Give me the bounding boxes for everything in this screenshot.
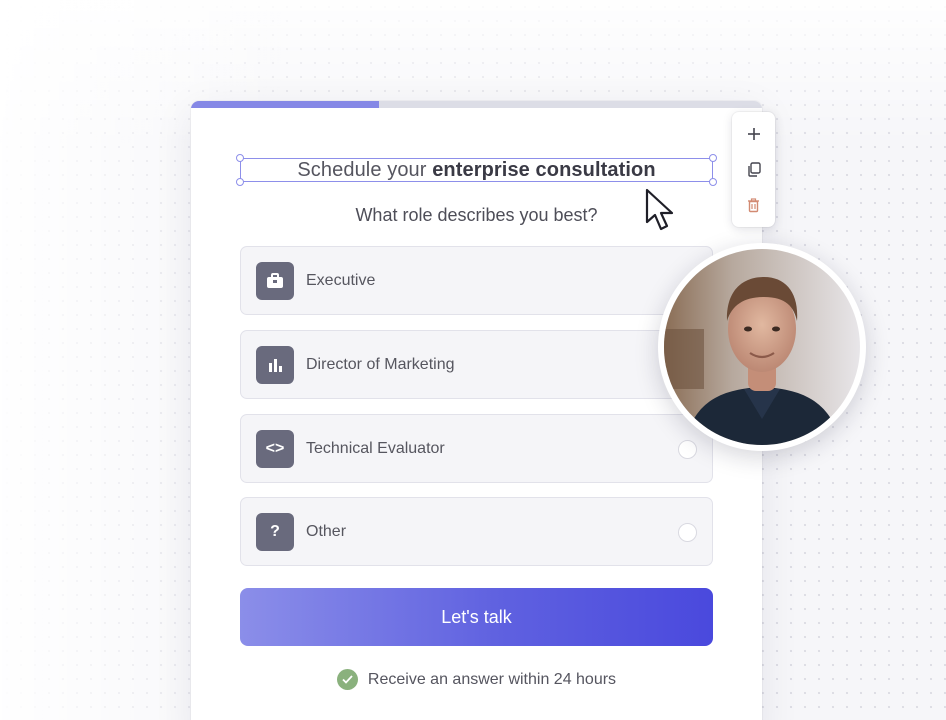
progress-bar xyxy=(191,101,762,108)
radio-button[interactable] xyxy=(678,523,697,542)
element-toolbar xyxy=(732,112,775,227)
resize-handle-top-right[interactable] xyxy=(709,154,717,162)
resize-handle-top-left[interactable] xyxy=(236,154,244,162)
title-selection-frame[interactable]: Schedule your enterprise consultation xyxy=(236,154,717,186)
bar-chart-icon xyxy=(256,345,294,384)
briefcase-icon xyxy=(256,261,294,300)
lets-talk-button[interactable]: Let's talk xyxy=(240,588,713,646)
option-director-of-marketing[interactable]: Director of Marketing xyxy=(240,330,713,399)
option-other[interactable]: ? Other xyxy=(240,497,713,566)
option-label: Technical Evaluator xyxy=(306,439,445,457)
avatar-photo xyxy=(664,249,860,445)
duplicate-icon[interactable] xyxy=(732,155,775,183)
resize-handle-bottom-right[interactable] xyxy=(709,178,717,186)
add-icon[interactable] xyxy=(732,120,775,148)
option-label: Executive xyxy=(306,271,376,289)
radio-button[interactable] xyxy=(678,440,697,459)
response-time-text: Receive an answer within 24 hours xyxy=(367,670,617,688)
resize-handle-bottom-left[interactable] xyxy=(236,178,244,186)
response-time-note: Receive an answer within 24 hours xyxy=(191,669,762,690)
progress-fill xyxy=(191,101,380,108)
code-icon: <> xyxy=(256,429,294,468)
option-executive[interactable]: Executive xyxy=(240,246,713,315)
avatar xyxy=(658,243,866,451)
mouse-cursor-icon xyxy=(645,188,681,237)
option-label: Director of Marketing xyxy=(306,355,455,373)
delete-icon[interactable] xyxy=(732,191,775,219)
form-title-bold: enterprise consultation xyxy=(432,158,656,181)
form-title-prefix: Schedule your xyxy=(297,158,433,181)
option-technical-evaluator[interactable]: <> Technical Evaluator xyxy=(240,414,713,483)
form-title[interactable]: Schedule your enterprise consultation xyxy=(297,159,655,182)
check-icon xyxy=(336,669,358,690)
option-label: Other xyxy=(306,522,347,540)
question-icon: ? xyxy=(256,512,294,551)
